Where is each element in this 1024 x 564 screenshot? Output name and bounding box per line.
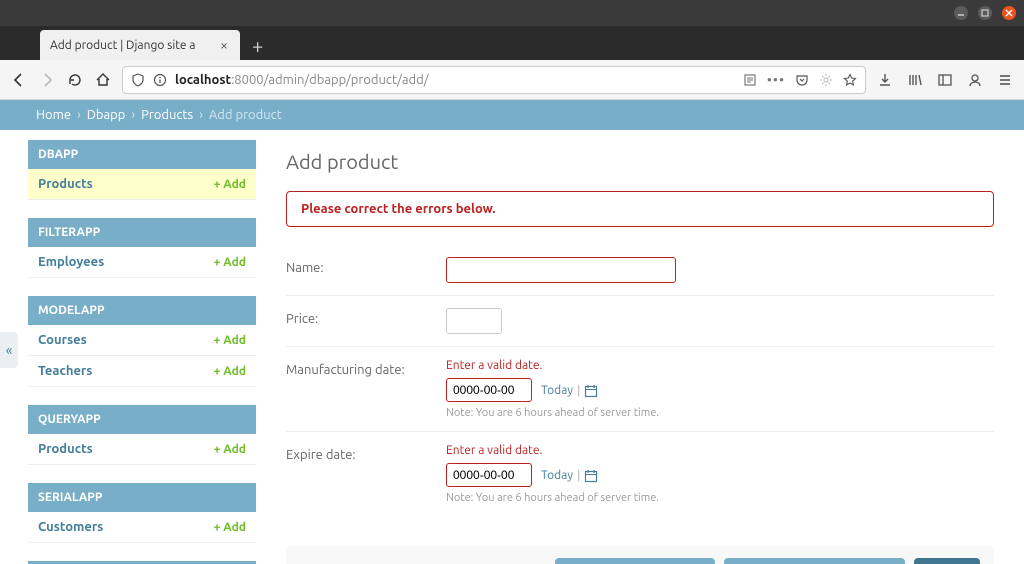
sidebar-add-link[interactable]: + Add (214, 443, 246, 456)
plus-icon: + (214, 178, 221, 191)
sidebar-add-link[interactable]: + Add (214, 365, 246, 378)
exp-label: Expire date: (286, 444, 446, 462)
url-text: localhost:8000/admin/dbapp/product/add/ (175, 73, 735, 87)
form-row-exp: Expire date: Enter a valid date. Today |… (286, 432, 994, 516)
breadcrumb-model[interactable]: Products (141, 108, 193, 122)
mfg-label: Manufacturing date: (286, 359, 446, 377)
sidebar-model-row: Teachers + Add (28, 356, 256, 387)
plus-icon: + (214, 443, 221, 456)
tab-close-icon[interactable]: × (216, 37, 232, 53)
price-label: Price: (286, 308, 446, 326)
browser-tabbar: Add product | Django site a × + (0, 26, 1024, 60)
save-button[interactable]: SAVE (914, 558, 980, 564)
breadcrumb-home[interactable]: Home (36, 108, 71, 122)
content: Add product Please correct the errors be… (256, 130, 1024, 564)
reload-button[interactable] (66, 71, 84, 89)
mfg-tz-note: Note: You are 6 hours ahead of server ti… (446, 407, 994, 419)
sidebar-app-header[interactable]: MODELAPP (28, 296, 256, 325)
sidebar-model-row: Employees + Add (28, 247, 256, 278)
downloads-icon[interactable] (876, 71, 894, 89)
browser-toolbar: localhost:8000/admin/dbapp/product/add/ … (0, 60, 1024, 100)
sidebar-add-link[interactable]: + Add (214, 178, 246, 191)
reader-mode-icon[interactable] (743, 73, 757, 87)
sidebar-app-group: FILTERAPP Employees + Add (28, 218, 256, 278)
sidebar-add-link[interactable]: + Add (214, 256, 246, 269)
plus-icon: + (214, 521, 221, 534)
url-bar[interactable]: localhost:8000/admin/dbapp/product/add/ … (122, 66, 866, 94)
sidebar-model-link[interactable]: Courses (38, 333, 87, 347)
site-info-icon[interactable] (153, 73, 167, 87)
page-title: Add product (286, 150, 994, 173)
exp-today-link[interactable]: Today (541, 469, 573, 482)
mfg-error: Enter a valid date. (446, 359, 994, 372)
page-actions-icon[interactable]: ••• (767, 72, 785, 88)
plus-icon: + (214, 334, 221, 347)
settings-gear-icon[interactable] (819, 73, 833, 87)
sidebar-model-row: Courses + Add (28, 325, 256, 356)
shield-icon[interactable] (131, 73, 145, 87)
sidebar-app-group: SERIALAPP Customers + Add (28, 483, 256, 543)
form-row-mfg: Manufacturing date: Enter a valid date. … (286, 347, 994, 432)
window-close-button[interactable] (1002, 6, 1016, 20)
menu-icon[interactable] (996, 71, 1014, 89)
mfg-today-link[interactable]: Today (541, 384, 573, 397)
sidebar-app-group: MODELAPP Courses + Add Teachers + Add (28, 296, 256, 387)
sidebar-app-header[interactable]: SERIALAPP (28, 483, 256, 512)
name-input[interactable] (446, 257, 676, 283)
plus-icon: + (214, 256, 221, 269)
account-icon[interactable] (966, 71, 984, 89)
calendar-icon[interactable] (584, 384, 598, 398)
sidebar-model-link[interactable]: Products (38, 442, 93, 456)
form-row-name: Name: (286, 245, 994, 296)
new-tab-button[interactable]: + (240, 30, 275, 60)
tab-title: Add product | Django site a (50, 39, 216, 52)
breadcrumb-current: Add product (209, 108, 282, 122)
sidebar-model-row: Products + Add (28, 434, 256, 465)
save-continue-button[interactable]: Save and continue editing (724, 558, 906, 564)
plus-icon: + (214, 365, 221, 378)
sidebar-app-header[interactable]: DBAPP (28, 140, 256, 169)
sidebar-model-link[interactable]: Products (38, 177, 93, 191)
home-button[interactable] (94, 71, 112, 89)
exp-error: Enter a valid date. (446, 444, 994, 457)
sidebar-app-header[interactable]: QUERYAPP (28, 405, 256, 434)
save-add-another-button[interactable]: Save and add another (555, 558, 715, 564)
price-input[interactable] (446, 308, 502, 334)
error-note: Please correct the errors below. (286, 191, 994, 227)
sidebar-app-header[interactable]: FILTERAPP (28, 218, 256, 247)
sidebar-model-link[interactable]: Customers (38, 520, 103, 534)
os-titlebar (0, 0, 1024, 26)
sidebar-app-group: QUERYAPP Products + Add (28, 405, 256, 465)
page: Home › Dbapp › Products › Add product « … (0, 100, 1024, 564)
browser-tab[interactable]: Add product | Django site a × (40, 30, 240, 60)
pocket-icon[interactable] (795, 73, 809, 87)
sidebar-collapse-handle[interactable]: « (0, 332, 18, 368)
sidebar-add-link[interactable]: + Add (214, 334, 246, 347)
forward-button[interactable] (38, 71, 56, 89)
breadcrumbs: Home › Dbapp › Products › Add product (0, 100, 1024, 130)
form-row-price: Price: (286, 296, 994, 347)
name-label: Name: (286, 257, 446, 275)
sidebar-app-group: DBAPP Products + Add (28, 140, 256, 200)
exp-tz-note: Note: You are 6 hours ahead of server ti… (446, 492, 994, 504)
sidebar-model-link[interactable]: Teachers (38, 364, 92, 378)
back-button[interactable] (10, 71, 28, 89)
sidebar-add-link[interactable]: + Add (214, 521, 246, 534)
submit-row: Save and add another Save and continue e… (286, 546, 994, 564)
bookmark-star-icon[interactable] (843, 73, 857, 87)
breadcrumb-app[interactable]: Dbapp (87, 108, 126, 122)
library-icon[interactable] (906, 71, 924, 89)
sidebar: DBAPP Products + Add FILTERAPP Employees + Ad… (20, 130, 256, 564)
sidebar-model-row: Customers + Add (28, 512, 256, 543)
sidebar-model-row: Products + Add (28, 169, 256, 200)
sidebar-icon[interactable] (936, 71, 954, 89)
exp-date-input[interactable] (446, 463, 532, 487)
calendar-icon[interactable] (584, 469, 598, 483)
sidebar-model-link[interactable]: Employees (38, 255, 104, 269)
window-minimize-button[interactable] (954, 6, 968, 20)
mfg-date-input[interactable] (446, 378, 532, 402)
window-maximize-button[interactable] (978, 6, 992, 20)
